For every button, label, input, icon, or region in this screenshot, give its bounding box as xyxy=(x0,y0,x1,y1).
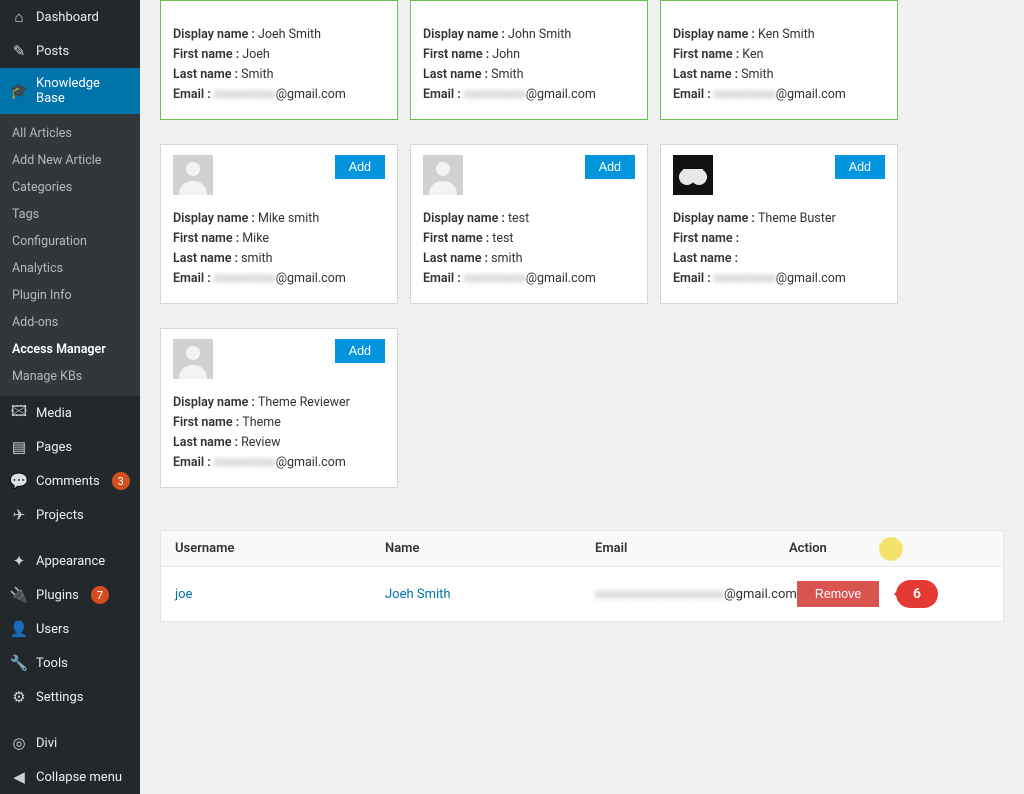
submenu-add-new-article[interactable]: Add New Article xyxy=(0,147,140,174)
pin-icon: ✎ xyxy=(10,42,28,60)
sidebar-item-knowledge-base[interactable]: 🎓 Knowledge Base xyxy=(0,68,140,114)
sidebar-item-appearance[interactable]: ✦ Appearance xyxy=(0,544,140,578)
sidebar-item-posts[interactable]: ✎ Posts xyxy=(0,34,140,68)
plugin-icon: 🔌 xyxy=(10,586,28,604)
step-marker: 6 xyxy=(896,580,938,608)
submenu-plugin-info[interactable]: Plugin Info xyxy=(0,282,140,309)
user-details: Display name : Theme ReviewerFirst name … xyxy=(173,393,385,473)
row-email: xxxxxxxxxxxxxxxxxxxx@gmail.com xyxy=(595,587,797,602)
sidebar-item-tools[interactable]: 🔧 Tools xyxy=(0,646,140,680)
table-row: joe Joeh Smith xxxxxxxxxxxxxxxxxxxx@gmai… xyxy=(161,567,1003,621)
graduation-cap-icon: 🎓 xyxy=(10,82,28,100)
sidebar-item-divi[interactable]: ◎ Divi xyxy=(0,726,140,760)
sidebar-collapse[interactable]: ◀ Collapse menu xyxy=(0,760,140,794)
plugins-badge: 7 xyxy=(91,586,109,604)
th-username: Username xyxy=(175,541,385,556)
collapse-icon: ◀ xyxy=(10,768,28,786)
user-cards-grid: Display name : Joeh SmithFirst name : Jo… xyxy=(160,0,1004,500)
submenu-configuration[interactable]: Configuration xyxy=(0,228,140,255)
dashboard-icon: ⌂ xyxy=(10,8,28,26)
avatar xyxy=(423,155,463,195)
media-icon: 🖾 xyxy=(10,404,28,422)
submenu-knowledge-base: All Articles Add New Article Categories … xyxy=(0,114,140,396)
sidebar-item-label: Knowledge Base xyxy=(36,76,130,106)
submenu-categories[interactable]: Categories xyxy=(0,174,140,201)
user-icon: 👤 xyxy=(10,620,28,638)
sidebar-item-plugins[interactable]: 🔌 Plugins 7 xyxy=(0,578,140,612)
user-card: Add Display name : Theme ReviewerFirst na… xyxy=(160,328,398,488)
sidebar-item-label: Divi xyxy=(36,736,57,751)
sidebar-item-media[interactable]: 🖾 Media xyxy=(0,396,140,430)
sidebar-item-projects[interactable]: ✈ Projects xyxy=(0,498,140,532)
sidebar-item-label: Plugins xyxy=(36,588,79,603)
sidebar-item-label: Tools xyxy=(36,656,68,671)
row-username-link[interactable]: joe xyxy=(175,587,192,602)
sidebar-item-label: Appearance xyxy=(36,554,105,569)
submenu-access-manager[interactable]: Access Manager xyxy=(0,336,140,363)
gear-icon: ⚙ xyxy=(10,688,28,706)
user-card: Add Display name : Theme BusterFirst name… xyxy=(660,144,898,304)
submenu-tags[interactable]: Tags xyxy=(0,201,140,228)
page-icon: ▤ xyxy=(10,438,28,456)
user-details: Display name : Mike smithFirst name : Mi… xyxy=(173,209,385,289)
brush-icon: ✦ xyxy=(10,552,28,570)
user-card: Display name : Ken SmithFirst name : Ken… xyxy=(660,0,898,120)
row-name-link[interactable]: Joeh Smith xyxy=(385,587,451,602)
sidebar-item-label: Posts xyxy=(36,44,69,59)
sidebar-item-label: Projects xyxy=(36,508,84,523)
projects-icon: ✈ xyxy=(10,506,28,524)
add-button[interactable]: Add xyxy=(335,155,385,179)
sidebar-item-label: Comments xyxy=(36,474,100,489)
user-details: Display name : Theme BusterFirst name : … xyxy=(673,209,885,289)
user-card: Display name : John SmithFirst name : Jo… xyxy=(410,0,648,120)
comments-badge: 3 xyxy=(112,472,130,490)
user-details: Display name : John SmithFirst name : Jo… xyxy=(423,25,635,105)
sidebar-item-settings[interactable]: ⚙ Settings xyxy=(0,680,140,714)
user-card: Display name : Joeh SmithFirst name : Jo… xyxy=(160,0,398,120)
user-details: Display name : testFirst name : testLast… xyxy=(423,209,635,289)
sidebar-item-label: Settings xyxy=(36,690,83,705)
submenu-add-ons[interactable]: Add-ons xyxy=(0,309,140,336)
remove-button[interactable]: Remove xyxy=(797,581,880,607)
sidebar-item-label: Dashboard xyxy=(36,10,99,25)
access-table: Username Name Email Action joe Joeh Smit… xyxy=(160,530,1004,622)
sidebar-item-dashboard[interactable]: ⌂ Dashboard xyxy=(0,0,140,34)
comment-icon: 💬 xyxy=(10,472,28,490)
admin-sidebar: ⌂ Dashboard ✎ Posts 🎓 Knowledge Base All Ar… xyxy=(0,0,140,794)
sidebar-item-label: Pages xyxy=(36,440,72,455)
sidebar-item-label: Collapse menu xyxy=(36,770,122,785)
th-name: Name xyxy=(385,541,595,556)
submenu-all-articles[interactable]: All Articles xyxy=(0,120,140,147)
sidebar-item-label: Media xyxy=(36,406,72,421)
cursor-highlight-icon xyxy=(879,537,903,561)
avatar xyxy=(173,339,213,379)
avatar xyxy=(173,155,213,195)
avatar xyxy=(673,155,713,195)
user-card: Add Display name : testFirst name : testL… xyxy=(410,144,648,304)
user-details: Display name : Joeh SmithFirst name : Jo… xyxy=(173,25,385,105)
th-email: Email xyxy=(595,541,789,556)
wrench-icon: 🔧 xyxy=(10,654,28,672)
submenu-analytics[interactable]: Analytics xyxy=(0,255,140,282)
user-details: Display name : Ken SmithFirst name : Ken… xyxy=(673,25,885,105)
sidebar-item-label: Users xyxy=(36,622,69,637)
add-button[interactable]: Add xyxy=(335,339,385,363)
sidebar-item-comments[interactable]: 💬 Comments 3 xyxy=(0,464,140,498)
submenu-manage-kbs[interactable]: Manage KBs xyxy=(0,363,140,390)
sidebar-item-pages[interactable]: ▤ Pages xyxy=(0,430,140,464)
add-button[interactable]: Add xyxy=(585,155,635,179)
main-content: Display name : Joeh SmithFirst name : Jo… xyxy=(140,0,1024,794)
sidebar-item-users[interactable]: 👤 Users xyxy=(0,612,140,646)
divi-icon: ◎ xyxy=(10,734,28,752)
user-card: Add Display name : Mike smithFirst name :… xyxy=(160,144,398,304)
add-button[interactable]: Add xyxy=(835,155,885,179)
